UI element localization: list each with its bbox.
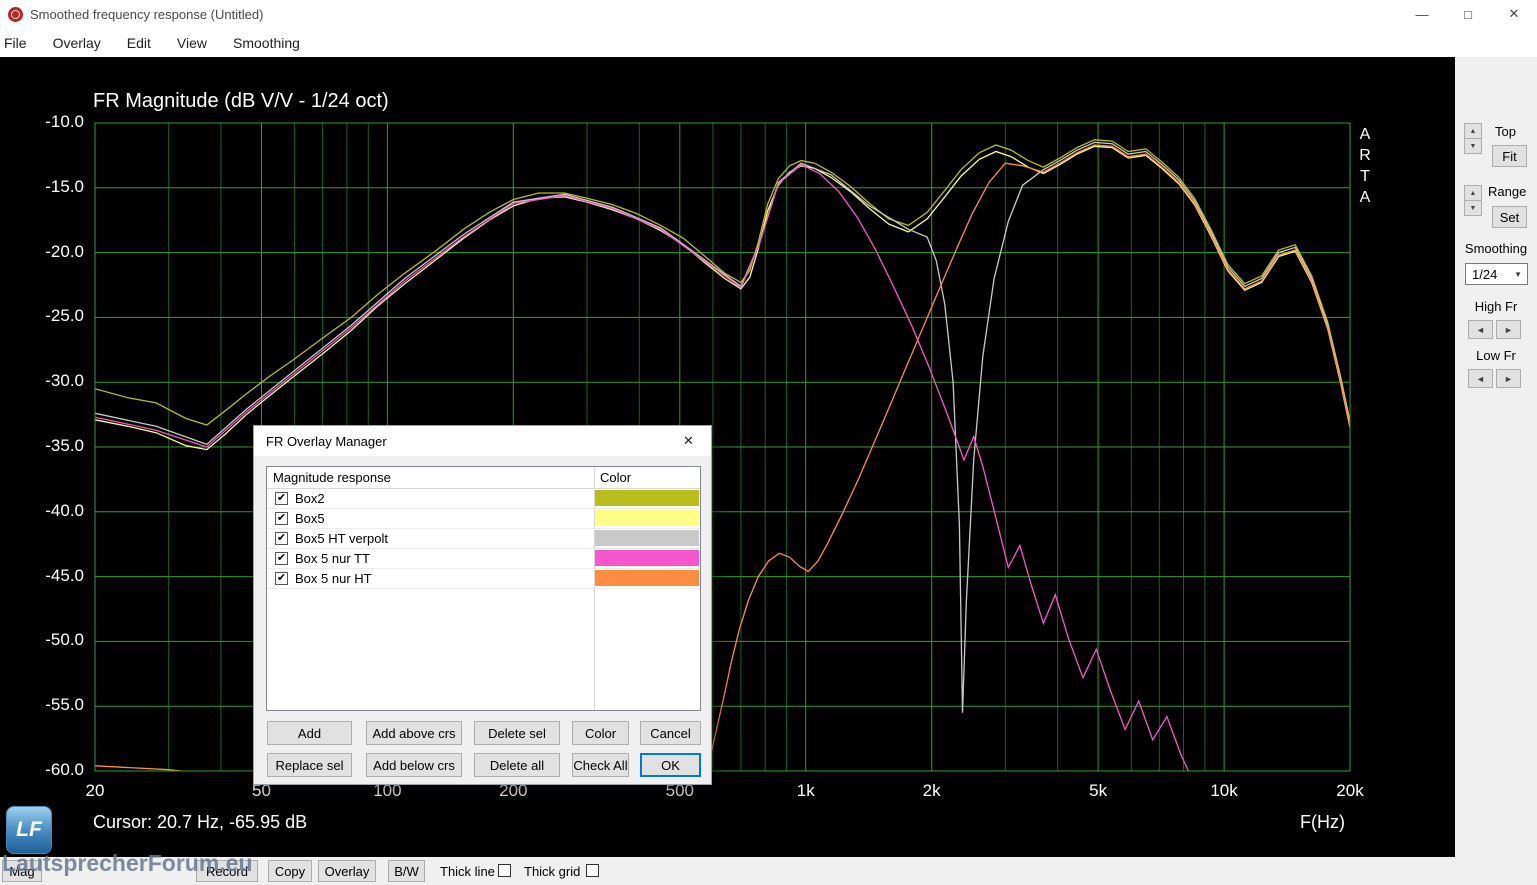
lautsprecherforum-logo: LF [6,806,52,854]
list-item[interactable]: ✔ Box 5 nur HT [267,569,700,589]
color-swatch [595,530,699,546]
low-fr-right-button[interactable]: ► [1496,369,1521,388]
menu-item-edit[interactable]: Edit [114,28,164,57]
menu-item-smoothing[interactable]: Smoothing [220,28,313,57]
frequency-response-chart [0,0,1537,885]
thick-grid-label: Thick grid [524,864,580,879]
menu-item-overlay[interactable]: Overlay [40,28,114,57]
thick-line-label: Thick line [440,864,495,879]
window-title: Smoothed frequency response (Untitled) [30,7,263,22]
high-fr-controls: ◄ ► [1468,320,1521,339]
menu-item-view[interactable]: View [164,28,220,57]
overlay-name: Box 5 nur TT [295,551,370,566]
list-item[interactable]: ✔ Box 5 nur TT [267,549,700,569]
thick-line-checkbox[interactable] [498,864,511,877]
smoothing-label: Smoothing [1455,241,1537,256]
low-fr-left-button[interactable]: ◄ [1468,369,1493,388]
top-down-button[interactable]: ▼ [1464,138,1482,154]
smoothing-select[interactable]: 1/24 ▼ [1465,263,1528,285]
column-header-color: Color [600,470,631,485]
low-fr-label: Low Fr [1455,348,1537,363]
range-label: Range [1488,184,1526,199]
overlay-name: Box5 HT verpolt [295,531,388,546]
fit-button[interactable]: Fit [1492,145,1527,167]
dialog-button-add-above-crs[interactable]: Add above crs [366,721,462,745]
color-swatch [595,490,699,506]
set-button[interactable]: Set [1492,206,1527,228]
overlay-checkbox[interactable]: ✔ [275,492,288,505]
dialog-button-cancel[interactable]: Cancel [640,721,701,745]
overlay-name: Box2 [295,491,325,506]
maximize-button[interactable]: □ [1445,0,1491,28]
top-label: Top [1495,124,1516,139]
list-item[interactable]: ✔ Box5 HT verpolt [267,529,700,549]
chevron-down-icon: ▼ [1514,270,1522,279]
dialog-button-color[interactable]: Color [572,721,629,745]
overlay-name: Box 5 nur HT [295,571,372,586]
overlay-button[interactable]: Overlay [318,860,376,882]
list-item[interactable]: ✔ Box2 [267,489,700,509]
dialog-button-add[interactable]: Add [267,721,352,745]
overlay-manager-dialog: FR Overlay Manager ✕ Magnitude response … [253,425,712,785]
menu-bar: FileOverlayEditViewSmoothing [0,28,1537,57]
logo-letters: LF [16,818,42,842]
range-up-button[interactable]: ▲ [1464,185,1482,201]
right-panel: ▲ ▼ Top Fit Range ▲ ▼ Set Smoothing 1/24… [1455,57,1537,885]
dialog-title: FR Overlay Manager [266,434,387,449]
column-header-magnitude-response: Magnitude response [273,470,391,485]
dialog-button-ok[interactable]: OK [640,753,701,777]
app-window: FR Magnitude (dB V/V - 1/24 oct) Cursor:… [0,0,1537,885]
dialog-button-add-below-crs[interactable]: Add below crs [366,753,462,777]
title-bar: Smoothed frequency response (Untitled) —… [0,0,1537,28]
range-down-button[interactable]: ▼ [1464,200,1482,216]
dialog-close-button[interactable]: ✕ [666,426,711,456]
list-item[interactable]: ✔ Box5 [267,509,700,529]
overlay-list: Magnitude response Color ✔ Box2 ✔ Box5 ✔ Box5… [266,466,701,711]
top-spinner: ▲ ▼ [1464,123,1482,154]
high-fr-left-button[interactable]: ◄ [1468,320,1493,339]
range-spinner: ▲ ▼ [1464,185,1482,216]
menu-item-file[interactable]: File [0,28,40,57]
high-fr-right-button[interactable]: ► [1496,320,1521,339]
watermark-text: LautsprecherForum.eu [2,850,253,877]
dialog-title-bar[interactable]: FR Overlay Manager ✕ [254,426,711,456]
overlay-list-header: Magnitude response Color [267,467,700,489]
color-swatch [595,570,699,586]
copy-button[interactable]: Copy [268,860,312,882]
minimize-button[interactable]: — [1399,0,1445,28]
dialog-button-delete-sel[interactable]: Delete sel [474,721,560,745]
close-button[interactable]: ✕ [1491,0,1537,28]
dialog-button-delete-all[interactable]: Delete all [474,753,560,777]
dialog-button-check-all[interactable]: Check All [572,753,629,777]
window-controls: — □ ✕ [1399,0,1537,28]
app-icon [8,7,23,22]
overlay-checkbox[interactable]: ✔ [275,532,288,545]
overlay-checkbox[interactable]: ✔ [275,552,288,565]
high-fr-label: High Fr [1455,299,1537,314]
column-divider [594,467,595,710]
low-fr-controls: ◄ ► [1468,369,1521,388]
color-swatch [595,550,699,566]
overlay-checkbox[interactable]: ✔ [275,572,288,585]
overlay-checkbox[interactable]: ✔ [275,512,288,525]
bw-button[interactable]: B/W [388,860,425,882]
top-up-button[interactable]: ▲ [1464,123,1482,139]
smoothing-value: 1/24 [1472,267,1497,282]
color-swatch [595,510,699,526]
overlay-name: Box5 [295,511,325,526]
overlay-list-rows: ✔Box2✔Box5✔Box5 HT verpolt✔Box 5 nur TT✔… [267,489,700,589]
thick-grid-checkbox[interactable] [586,864,599,877]
dialog-button-replace-sel[interactable]: Replace sel [267,753,352,777]
